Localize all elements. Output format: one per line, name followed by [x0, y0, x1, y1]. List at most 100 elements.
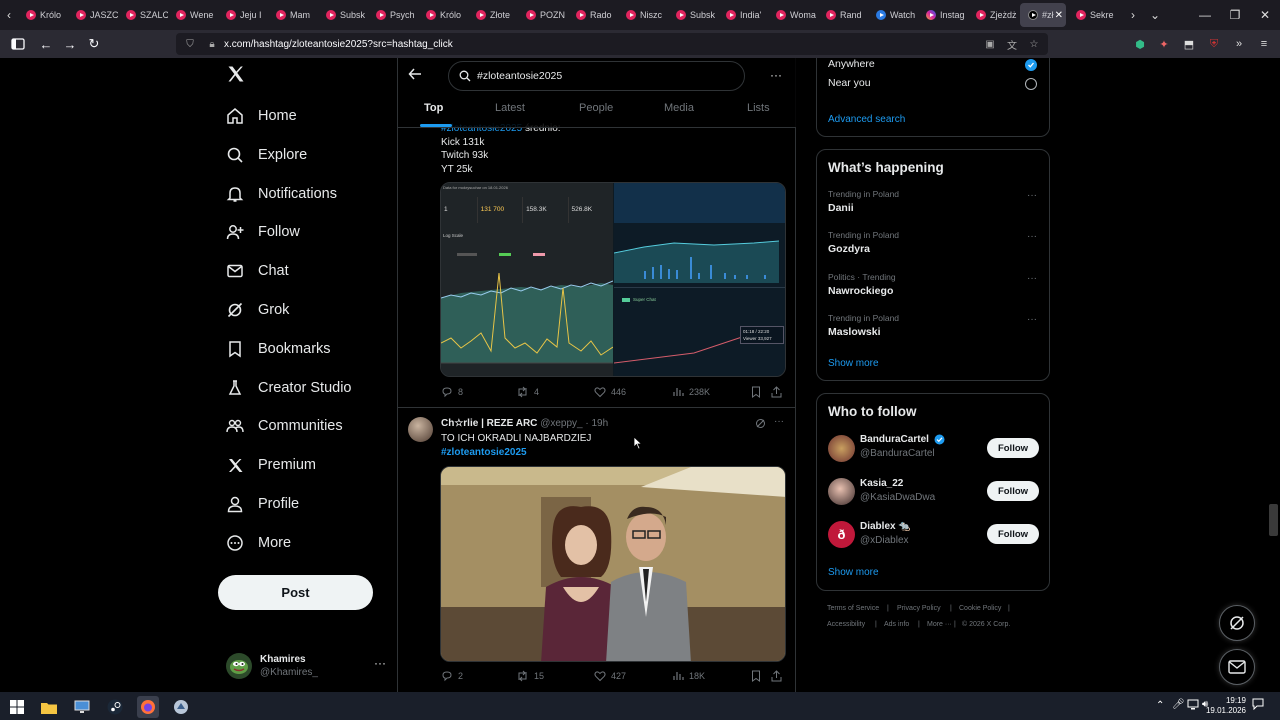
tab-top[interactable]: Top — [424, 102, 443, 114]
account-handle[interactable]: @BanduraCartel — [860, 448, 935, 459]
minimize-icon[interactable]: — — [1190, 0, 1220, 30]
translate-icon[interactable]: 文 — [1004, 37, 1020, 52]
sidebar-item-profile[interactable]: Profile — [226, 489, 299, 519]
file-explorer-icon[interactable] — [38, 696, 60, 718]
tweet-media-image[interactable] — [440, 466, 786, 662]
browser-tab[interactable]: Psych — [368, 0, 418, 30]
bookmark-button[interactable] — [751, 386, 766, 398]
browser-tab[interactable]: Subsk — [668, 0, 718, 30]
sidebar-item-follow[interactable]: Follow — [226, 217, 300, 247]
scrollbar[interactable] — [1269, 504, 1278, 536]
messages-fab-button[interactable] — [1219, 649, 1255, 685]
vpn-extension-icon[interactable]: ⬢ — [1132, 36, 1148, 52]
monitor-app-icon[interactable] — [71, 696, 93, 718]
location-option-anywhere[interactable]: Anywhere — [828, 58, 875, 70]
sidebar-item-creator-studio[interactable]: Creator Studio — [226, 373, 352, 403]
avatar[interactable]: ð — [828, 521, 855, 548]
sidebar-item-explore[interactable]: Explore — [226, 140, 307, 170]
tab-latest[interactable]: Latest — [495, 102, 525, 114]
location-option-near-you[interactable]: Near you — [828, 77, 871, 89]
footer-privacy[interactable]: Privacy Policy — [897, 605, 941, 612]
share-button[interactable] — [771, 670, 787, 682]
browser-tab[interactable]: Królo — [18, 0, 68, 30]
grok-fab-button[interactable] — [1219, 605, 1255, 641]
back-arrow-icon[interactable] — [408, 67, 424, 83]
avatar[interactable] — [828, 478, 855, 505]
overflow-menu-icon[interactable]: » — [1231, 36, 1247, 52]
reply-button[interactable]: 8 — [441, 386, 463, 398]
radio-near-you[interactable] — [1025, 78, 1037, 90]
more-dots-icon[interactable]: ··· — [1027, 314, 1037, 325]
footer-ads-info[interactable]: Ads info — [884, 621, 909, 628]
tab-lists[interactable]: Lists — [747, 102, 770, 114]
back-icon[interactable]: ← — [34, 32, 58, 56]
tray-chevron-icon[interactable]: ⌃ — [1156, 700, 1164, 711]
sidebar-item-communities[interactable]: Communities — [226, 411, 343, 441]
radio-anywhere[interactable] — [1025, 59, 1037, 71]
show-more-link[interactable]: Show more — [828, 567, 879, 578]
sidebar-item-notifications[interactable]: Notifications — [226, 179, 337, 209]
browser-tab[interactable]: JASZC — [68, 0, 118, 30]
browser-tab[interactable]: Subsk — [318, 0, 368, 30]
browser-tab[interactable]: Sekre — [1068, 0, 1118, 30]
steam-icon[interactable] — [104, 696, 126, 718]
browser-tab[interactable]: Jeju I — [218, 0, 268, 30]
extensions-puzzle-icon[interactable]: ⬒ — [1181, 36, 1197, 52]
repost-button[interactable]: 15 — [516, 670, 544, 682]
sidebar-item-grok[interactable]: Grok — [226, 295, 289, 325]
close-window-icon[interactable]: ✕ — [1250, 0, 1280, 30]
browser-tab[interactable]: Mam — [268, 0, 318, 30]
tab-scroll-right-icon[interactable]: › — [1124, 0, 1142, 30]
browser-tab[interactable]: POZN — [518, 0, 568, 30]
author-name[interactable]: Ch☆rlie | REZE ARC — [441, 418, 537, 429]
trend-item[interactable]: Danii — [828, 202, 854, 214]
reload-icon[interactable]: ↻ — [82, 32, 106, 56]
follow-button[interactable]: Follow — [987, 438, 1039, 458]
avatar[interactable] — [408, 417, 433, 442]
views-button[interactable]: 238K — [673, 386, 710, 397]
trend-item[interactable]: Gozdyra — [828, 243, 870, 255]
show-more-link[interactable]: Show more — [828, 358, 879, 369]
browser-tab[interactable]: Watch — [868, 0, 918, 30]
sidebar-item-chat[interactable]: Chat — [226, 256, 289, 286]
repost-button[interactable]: 4 — [516, 386, 539, 398]
lock-icon[interactable]: 🔒︎ — [204, 39, 220, 50]
account-handle[interactable]: @KasiaDwaDwa — [860, 492, 935, 503]
footer-more[interactable]: More ··· — [927, 621, 952, 628]
browser-tab[interactable]: Niszc — [618, 0, 668, 30]
windows-start-icon[interactable] — [6, 696, 28, 718]
taskbar-clock[interactable]: 19:19 19.01.2026 — [1196, 696, 1246, 716]
browser-tab[interactable]: India' — [718, 0, 768, 30]
more-dots-icon[interactable]: ··· — [1027, 231, 1037, 242]
reply-button[interactable]: 2 — [441, 670, 463, 682]
sidebar-item-premium[interactable]: Premium — [226, 450, 316, 480]
more-dots-icon[interactable]: ··· — [374, 656, 386, 670]
app-icon[interactable] — [170, 696, 192, 718]
account-switcher[interactable]: Khamires @Khamires_ ··· — [226, 648, 386, 684]
views-button[interactable]: 18K — [673, 670, 705, 681]
footer-terms[interactable]: Terms of Service — [827, 605, 879, 612]
like-button[interactable]: 446 — [594, 386, 626, 398]
tab-scroll-left-icon[interactable]: ‹ — [0, 0, 18, 30]
account-handle[interactable]: @xDiablex — [860, 535, 909, 546]
x-logo-icon[interactable] — [226, 64, 250, 88]
tab-media[interactable]: Media — [664, 102, 694, 114]
tab-people[interactable]: People — [579, 102, 613, 114]
browser-tab[interactable]: Rado — [568, 0, 618, 30]
search-input[interactable]: #zloteantosie2025 — [448, 61, 745, 91]
shield-icon[interactable]: ⛉ — [182, 39, 198, 50]
search-query[interactable]: #zloteantosie2025 — [477, 70, 562, 82]
more-dots-icon[interactable]: ··· — [1027, 190, 1037, 201]
sidebar-item-bookmarks[interactable]: Bookmarks — [226, 334, 331, 364]
tab-close-icon[interactable]: ✕ — [1055, 10, 1063, 21]
firefox-icon[interactable] — [137, 696, 159, 718]
author-handle[interactable]: @xeppy_ — [540, 418, 582, 429]
url-bar[interactable]: ⛉ 🔒︎ x.com/hashtag/zloteantosie2025?src=… — [176, 33, 1048, 55]
account-name[interactable]: BanduraCartel — [860, 434, 945, 445]
bookmark-button[interactable] — [751, 670, 766, 682]
browser-tab[interactable]: Rand — [818, 0, 868, 30]
forward-icon[interactable]: → — [58, 32, 82, 56]
trend-item[interactable]: Maslowski — [828, 326, 881, 338]
browser-tab[interactable]: Wene — [168, 0, 218, 30]
url-text[interactable]: x.com/hashtag/zloteantosie2025?src=hasht… — [224, 39, 453, 50]
